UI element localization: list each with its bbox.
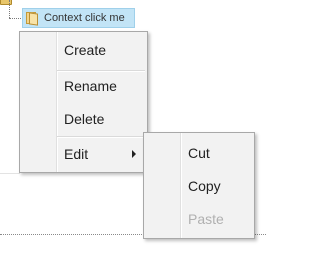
menu-item-edit-label: Edit xyxy=(64,146,89,162)
menu-item-rename[interactable]: Rename xyxy=(21,72,146,100)
tree-connector-vertical xyxy=(9,0,10,18)
tree-view: Context click me Create Rename Delete Ed… xyxy=(0,0,266,257)
folder-icon xyxy=(25,11,39,26)
menu-item-copy[interactable]: Copy xyxy=(145,172,253,200)
divider-line xyxy=(0,173,20,174)
menu-item-delete[interactable]: Delete xyxy=(21,105,146,133)
menu-item-create[interactable]: Create xyxy=(21,36,146,64)
root-folder-icon xyxy=(0,0,12,5)
context-menu: Create Rename Delete Edit xyxy=(19,31,148,173)
chevron-right-icon xyxy=(132,150,136,158)
edit-submenu: Cut Copy Paste xyxy=(143,132,255,239)
menu-separator xyxy=(57,136,145,138)
menu-item-paste: Paste xyxy=(188,211,224,227)
tree-node-label: Context click me xyxy=(44,12,125,24)
menu-item-edit[interactable]: Edit xyxy=(21,140,146,168)
tree-connector-horizontal xyxy=(9,18,23,19)
tree-node-context-click-me[interactable]: Context click me xyxy=(22,8,135,28)
menu-item-cut[interactable]: Cut xyxy=(145,139,253,167)
